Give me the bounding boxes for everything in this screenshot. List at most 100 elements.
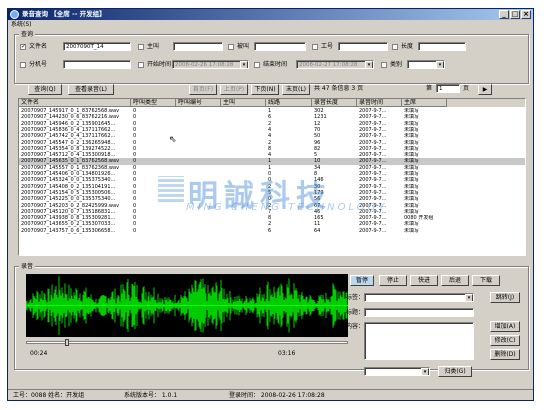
caller-field[interactable] (173, 42, 223, 51)
table-cell: 12 (314, 120, 321, 127)
category-select[interactable]: ▾ (407, 60, 445, 69)
tag-select[interactable]: ▾ (364, 293, 474, 302)
col-caller[interactable]: 主叫 (221, 99, 266, 107)
chevron-down-icon[interactable]: ▾ (365, 61, 373, 68)
table-row[interactable]: 20070907_143655_0_2_135307033... 0 2 11 2007… (19, 221, 525, 227)
table-row[interactable]: 20070907_145635_0_1_83762568.wav 0 1 10 2007… (19, 158, 525, 165)
ext-field[interactable] (63, 60, 131, 69)
table-cell: 0 (133, 202, 137, 209)
table-cell: 未填写 (404, 108, 420, 114)
maximize-button[interactable]: □ (510, 10, 520, 19)
table-row[interactable]: 20070907_145547_0_2_136265948... 0 2 96 2007… (19, 140, 525, 146)
pause-button[interactable]: 暂停 (350, 275, 374, 286)
waveform[interactable] (26, 274, 348, 337)
table-row[interactable]: 20070907_145557_0_1_83762368.wav 0 1 34 2007… (19, 165, 525, 171)
chevron-down-icon[interactable]: ▾ (465, 294, 473, 301)
delete-button[interactable]: 删除(D) (490, 349, 520, 360)
table-row[interactable]: 20070907_145742_0_4_137117662... 0 4 50 2007… (19, 133, 525, 139)
table-cell: 2007-9-7... (359, 145, 387, 152)
add-button[interactable]: 增加(A) (490, 321, 520, 332)
last-page-button[interactable]: 末页(L) (282, 84, 310, 95)
view-recording-button[interactable]: 查看录音(L) (68, 84, 114, 95)
edit-button[interactable]: 修改(C) (490, 335, 520, 346)
progress-track[interactable] (26, 339, 348, 346)
table-row[interactable]: 20070907_143938_0_8_135309281... 0 8 165 200… (19, 215, 525, 221)
table-row[interactable]: 20070907_145406_0_0_134801926... 0 0 8 2007-… (19, 171, 525, 177)
filename-checkbox[interactable] (20, 43, 26, 50)
go-page-button[interactable]: ▶ (478, 84, 492, 95)
table-row[interactable]: 20070907_145203_0_2_82425999.wav 0 2 67 2007… (19, 203, 525, 209)
back-button[interactable]: 后退 (441, 275, 469, 286)
jump-button[interactable]: 跳转(J) (490, 292, 520, 303)
caller-checkbox[interactable] (138, 44, 144, 50)
col-owner[interactable]: 主席 (402, 99, 447, 107)
page-number-field[interactable]: 1 (436, 84, 460, 93)
status-version: 系统版本号： 1.0.1 (124, 392, 178, 399)
table-cell: 1 (268, 164, 272, 171)
table-row[interactable]: 20070907_145324_0_0_135375340... 0 0 146 200… (19, 177, 525, 183)
download-button[interactable]: 下载 (472, 275, 500, 286)
table-cell: 0 (133, 183, 137, 190)
table-cell: 20070907_144230_0_6_83762216.wav (21, 114, 120, 121)
window-title: 录音查询 【全席 -- 开发组】 (22, 10, 106, 18)
next-page-button[interactable]: 下页(N) (251, 84, 279, 95)
col-filename[interactable]: 文件名 (19, 99, 131, 107)
query-button[interactable]: 查询(Q) (28, 84, 62, 95)
minimize-button[interactable]: _ (499, 10, 509, 19)
table-row[interactable]: 20070907_145120_0_7_135186831... 0 7 46 2007… (19, 209, 525, 215)
title-label: 标题： (346, 309, 365, 316)
end-time-checkbox[interactable] (254, 62, 260, 68)
table-row[interactable]: 20070907_143757_0_6_135306658... 0 6 64 2007… (19, 228, 525, 234)
table-cell: 0 (133, 215, 137, 222)
table-row[interactable]: 20070907_145225_0_0_135375340... 0 0 56 2007… (19, 196, 525, 202)
table-cell: 2007-9-7... (359, 183, 387, 190)
table-row[interactable]: 20070907_145154_0_5_135300506... 0 5 179 200… (19, 190, 525, 196)
end-time-field[interactable]: 2008-02-27 17:08:28 ▾ (296, 60, 374, 69)
forward-button[interactable]: 快进 (410, 275, 438, 286)
start-time-field[interactable]: 2008-02-26 17:08:28 ▾ (172, 60, 249, 69)
table-cell: 20070907_145547_0_2_136265948... (21, 139, 116, 146)
filename-field[interactable]: 2007090T_14 (63, 42, 131, 51)
recording-table[interactable]: 文件名 呼叫类型 呼叫编号 主叫 线路 录音长度 录音时间 主席 2007090… (18, 98, 526, 256)
called-checkbox[interactable] (228, 44, 234, 50)
table-row[interactable]: 20070907_145712_0_4_135300918... 0 4 5 2007-… (19, 152, 525, 158)
return-button[interactable]: 归类(G) (438, 366, 472, 377)
category-assign-select[interactable]: ▾ (364, 367, 430, 376)
chevron-down-icon[interactable]: ▾ (240, 61, 248, 68)
chevron-down-icon[interactable]: ▾ (421, 368, 429, 375)
table-cell: 20070907_145946_0_2_135901645... (21, 120, 116, 127)
col-line[interactable]: 线路 (266, 99, 312, 107)
col-call-id[interactable]: 呼叫编号 (176, 99, 221, 107)
progress-thumb[interactable] (65, 339, 70, 346)
first-page-button[interactable]: 首页(F) (189, 84, 217, 95)
table-row[interactable]: 20070907_145408_0_2_135104191... 0 2 30 2007… (19, 184, 525, 190)
table-row[interactable]: 20070907_145946_0_2_135901645... 0 2 12 2007… (19, 121, 525, 127)
start-time-checkbox[interactable] (138, 62, 144, 68)
table-cell: 4 (268, 152, 272, 159)
close-button[interactable]: × (521, 10, 531, 19)
ext-checkbox[interactable] (20, 62, 26, 68)
called-field[interactable] (254, 42, 306, 51)
length-checkbox[interactable] (392, 44, 398, 50)
table-cell: 未填写 (404, 120, 420, 127)
worker-id-checkbox[interactable] (312, 44, 318, 50)
col-length[interactable]: 录音长度 (312, 99, 357, 107)
table-row[interactable]: 20070907_145354_0_8_139274522... 0 8 82 2007… (19, 146, 525, 152)
menu-system[interactable]: 系统(S) (11, 21, 32, 28)
prev-page-button[interactable]: 上页(P) (220, 84, 248, 95)
table-row[interactable]: 20070907_145836_0_4_137117662... 0 4 70 2007… (19, 127, 525, 133)
length-field[interactable] (418, 42, 466, 51)
col-time[interactable]: 录音时间 (357, 99, 402, 107)
worker-id-field[interactable] (338, 42, 388, 51)
content-field[interactable] (364, 322, 474, 360)
main-window: 录音查询 【全席 -- 开发组】 _ □ × 系统(S) 查询 文件名 2007… (7, 8, 534, 401)
stop-button[interactable]: 停止 (379, 275, 407, 286)
table-cell: 0 (133, 158, 137, 165)
table-row[interactable]: 20070907_144230_0_6_83762216.wav 0 6 1231 20… (19, 114, 525, 120)
col-call-type[interactable]: 呼叫类型 (131, 99, 176, 107)
table-row[interactable]: 20070907_145917_0_1_83762568.wav 0 1 302 200… (19, 108, 525, 114)
title-bar[interactable]: 录音查询 【全席 -- 开发组】 _ □ × (8, 9, 533, 20)
chevron-down-icon[interactable]: ▾ (436, 61, 444, 68)
title-field[interactable] (364, 308, 474, 317)
category-checkbox[interactable] (381, 62, 387, 68)
